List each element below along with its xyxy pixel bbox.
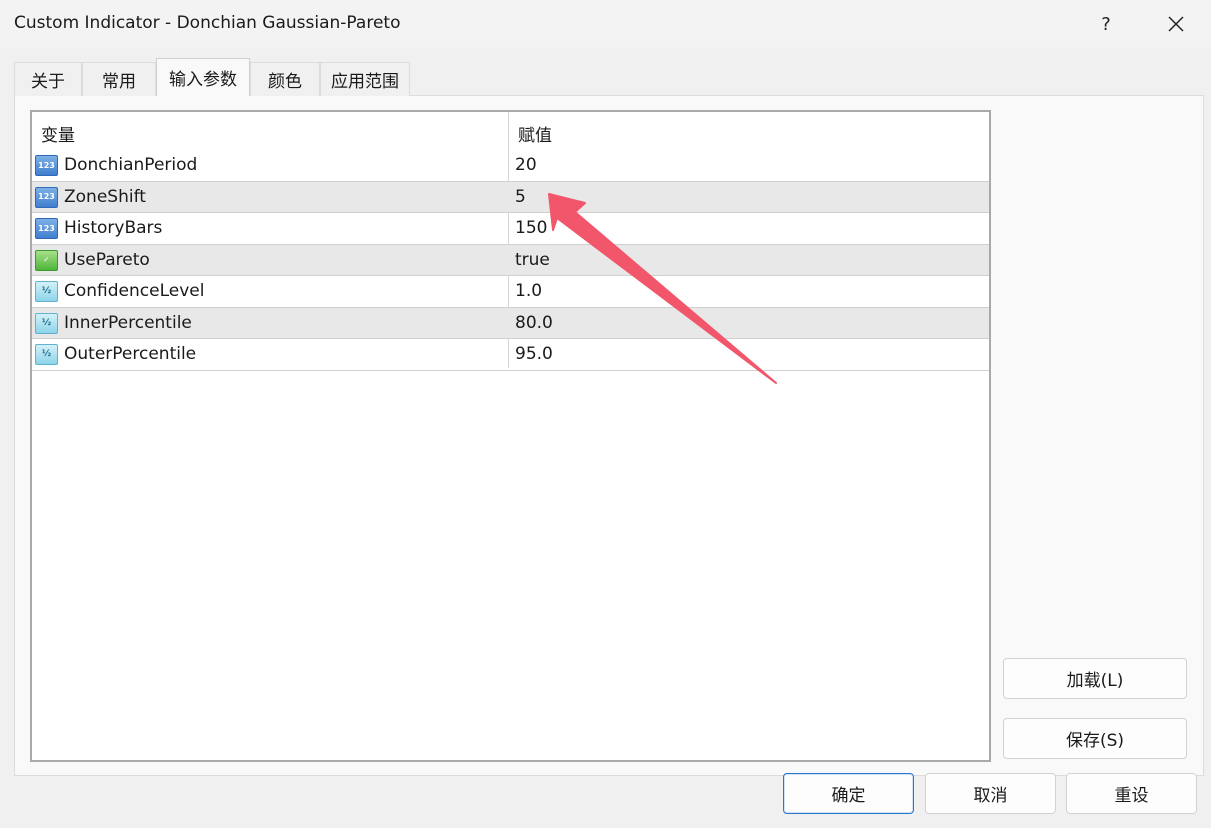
ok-button[interactable]: 确定 (783, 773, 914, 814)
save-button[interactable]: 保存(S) (1003, 718, 1187, 759)
cancel-button[interactable]: 取消 (925, 773, 1056, 814)
arrow-icon (548, 193, 777, 384)
reset-button[interactable]: 重设 (1066, 773, 1197, 814)
annotation-arrow (548, 193, 777, 384)
load-button[interactable]: 加载(L) (1003, 658, 1187, 699)
tab-input-parameters[interactable]: 输入参数 (156, 58, 250, 96)
